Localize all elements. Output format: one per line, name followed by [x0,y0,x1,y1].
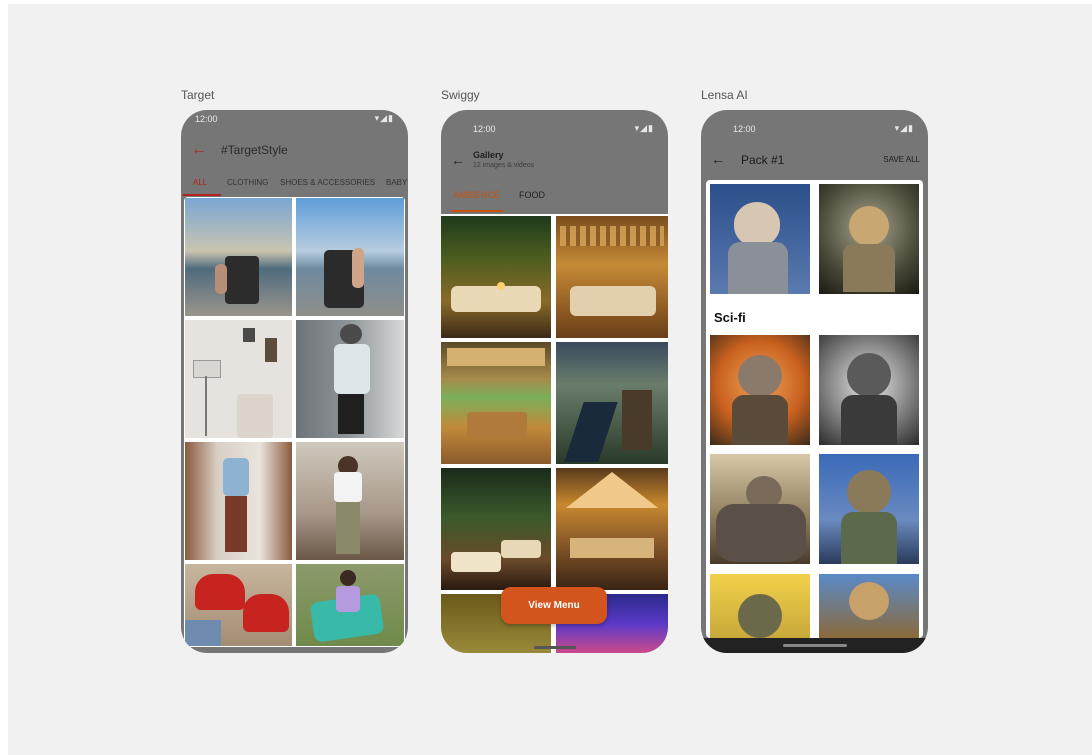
phone-lensa: 12:00 ▾◢▮ ← Pack #1 SAVE ALL Sci-fi [701,110,928,653]
status-icons: ▾◢▮ [374,113,394,123]
phone-target: 12:00 ▾◢▮ ← #TargetStyle ALL CLOTHING SH… [181,110,408,653]
status-time: 12:00 [195,114,218,124]
results-sheet: Sci-fi [706,180,923,638]
photo-tile[interactable] [296,198,404,316]
avatar-tile[interactable] [710,184,810,294]
tab-shoes-accessories[interactable]: SHOES & ACCESSORIES [280,178,375,187]
gallery-tile[interactable] [441,216,551,338]
status-bar: 12:00 ▾◢▮ [441,120,668,142]
gallery-tile[interactable] [556,342,668,464]
photo-tile[interactable] [185,564,292,646]
photo-tile[interactable] [185,442,292,560]
back-arrow-icon[interactable]: ← [191,141,207,159]
photo-tile[interactable] [296,564,404,646]
app-label-target: Target [181,88,215,102]
photo-tile[interactable] [185,198,292,316]
tab-food[interactable]: FOOD [519,190,545,200]
gallery-tile[interactable] [441,468,551,590]
status-time: 12:00 [733,124,756,134]
photo-grid [184,197,405,647]
status-icons: ▾◢▮ [634,123,654,133]
page-title: #TargetStyle [221,143,288,157]
gallery-tile[interactable] [441,342,551,464]
tab-baby[interactable]: BABY [386,178,407,187]
gallery-tile[interactable] [556,468,668,590]
page-subtitle: 12 images & videos [473,162,535,169]
status-icons: ▾◢▮ [894,123,914,133]
phone-swiggy: 12:00 ▾◢▮ ← Gallery 12 images & videos A… [441,110,668,653]
photo-tile[interactable] [296,442,404,560]
home-indicator [534,646,576,649]
gallery-tile[interactable] [556,216,668,338]
section-heading: Sci-fi [714,310,746,325]
status-bar: 12:00 ▾◢▮ [701,120,928,142]
active-tab-indicator [451,210,503,212]
avatar-tile[interactable] [819,184,919,294]
active-tab-indicator [183,194,221,196]
avatar-tile[interactable] [710,454,810,564]
avatar-tile[interactable] [710,335,810,445]
page-title: Gallery [473,150,504,160]
view-menu-button[interactable]: View Menu [501,587,607,624]
save-all-button[interactable]: SAVE ALL [883,155,920,164]
avatar-tile[interactable] [819,335,919,445]
photo-tile[interactable] [296,320,404,438]
app-label-lensa: Lensa AI [701,88,748,102]
tab-all[interactable]: ALL [193,178,207,187]
page-title: Pack #1 [741,153,785,167]
back-arrow-icon[interactable]: ← [711,151,725,167]
status-time: 12:00 [473,124,496,134]
tab-bar: ALL CLOTHING SHOES & ACCESSORIES BABY [181,174,408,196]
tab-ambience[interactable]: AMBIENCE [453,190,500,200]
avatar-tile[interactable] [710,574,810,638]
status-bar: 12:00 ▾◢▮ [181,110,408,132]
avatar-tile[interactable] [819,454,919,564]
photo-tile[interactable] [185,320,292,438]
tab-clothing[interactable]: CLOTHING [227,178,268,187]
back-arrow-icon[interactable]: ← [451,152,465,168]
home-indicator [783,644,847,647]
app-label-swiggy: Swiggy [441,88,480,102]
avatar-tile[interactable] [819,574,919,638]
